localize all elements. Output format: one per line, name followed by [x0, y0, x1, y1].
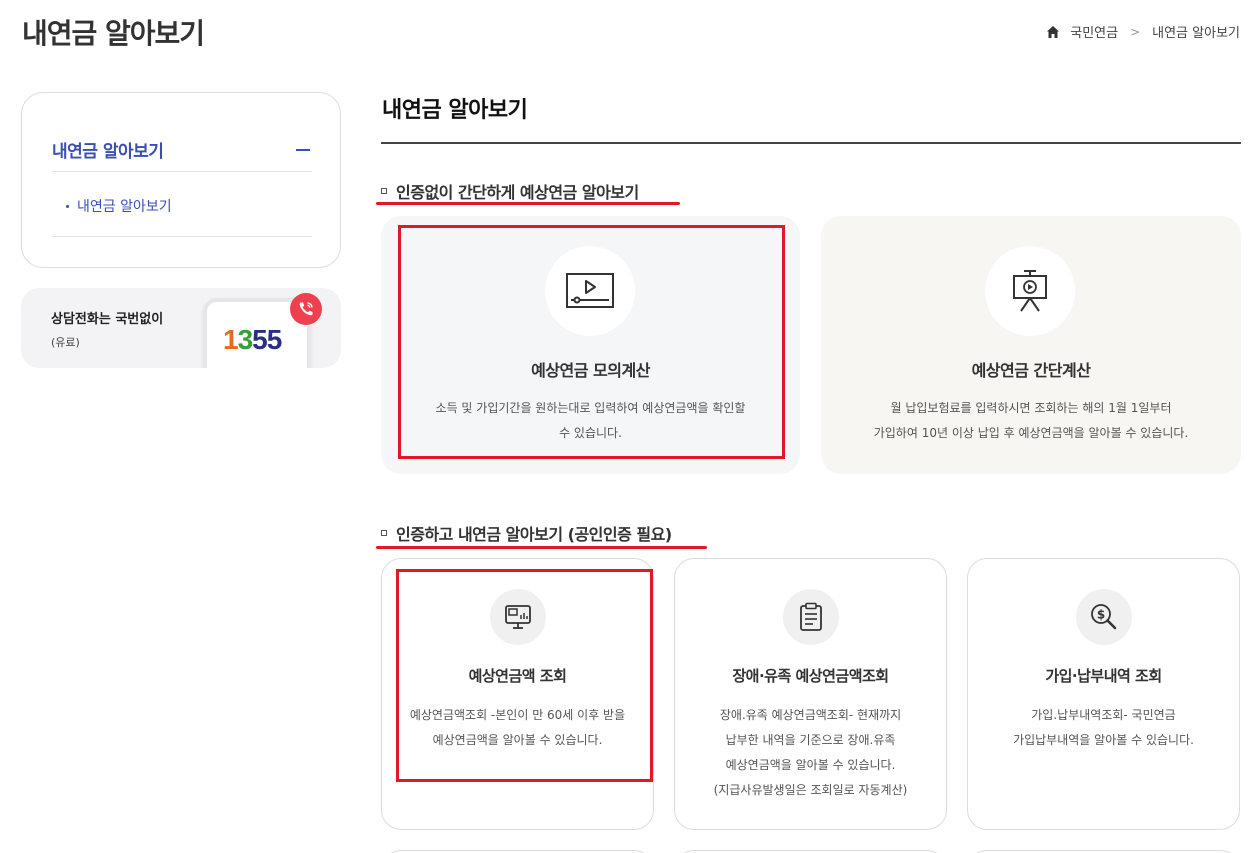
call-banner-title: 상담전화는 국번없이 — [51, 312, 164, 327]
sidebar-menu-title: 내연금 알아보기 — [52, 142, 164, 162]
sidebar-menu: 내연금 알아보기 내연금 알아보기 — [21, 92, 341, 268]
card-description: 월 납입보험료를 입력하시면 조회하는 해의 1월 1일부터 가입하여 10년 … — [873, 401, 1189, 440]
presentation-board-icon — [985, 246, 1075, 336]
card-enrollment-payment-history[interactable]: $ 가입·납부내역 조회 가입.납부내역조회- 국민연금 가입납부내역을 알아볼… — [967, 558, 1240, 830]
page-title: 내연금 알아보기 — [22, 17, 205, 50]
card-description: 예상연금액조회 -본인이 만 60세 이후 받을 예상연금액을 알아볼 수 있습… — [409, 708, 626, 747]
call-number: 1355 — [223, 324, 282, 355]
section-heading-with-auth: 인증하고 내연금 알아보기 (공인인증 필요) — [381, 521, 672, 545]
breadcrumb: 국민연금 > 내연금 알아보기 — [1046, 22, 1240, 41]
card-title: 장애·유족 예상연금액조회 — [732, 667, 889, 685]
section-heading-no-auth: 인증없이 간단하게 예상연금 알아보기 — [381, 179, 639, 203]
divider — [52, 171, 312, 172]
call-banner-sub: (유료) — [51, 336, 80, 349]
card-title: 예상연금 모의계산 — [531, 361, 650, 380]
home-icon[interactable] — [1046, 25, 1060, 39]
red-underline-annotation — [376, 546, 707, 549]
section-heading-text: 인증하고 내연금 알아보기 (공인인증 필요) — [396, 525, 672, 544]
chevron-right-icon: > — [1130, 24, 1141, 39]
card-title: 예상연금 간단계산 — [971, 361, 1091, 380]
card-pension-simulation[interactable]: 예상연금 모의계산 소득 및 가입기간을 원하는대로 입력하여 예상연금액을 확… — [381, 216, 800, 474]
breadcrumb-item-current[interactable]: 내연금 알아보기 — [1152, 22, 1240, 41]
clipboard-document-icon — [783, 589, 839, 645]
card-description: 가입.납부내역조회- 국민연금 가입납부내역을 알아볼 수 있습니다. — [1013, 708, 1194, 747]
sidebar-item-label: 내연금 알아보기 — [77, 199, 172, 215]
breadcrumb-item-national-pension[interactable]: 국민연금 — [1070, 22, 1118, 41]
card-title: 가입·납부내역 조회 — [1045, 667, 1162, 685]
square-bullet-icon — [381, 188, 387, 194]
video-player-icon — [545, 246, 635, 336]
phone-call-icon — [290, 293, 322, 325]
money-search-icon: $ — [1076, 589, 1132, 645]
red-underline-annotation — [376, 202, 680, 205]
card-disability-survivor-inquiry[interactable]: 장애·유족 예상연금액조회 장애.유족 예상연금액조회- 현재까지 납부한 내역… — [674, 558, 947, 830]
card-expected-pension-inquiry[interactable]: 예상연금액 조회 예상연금액조회 -본인이 만 60세 이후 받을 예상연금액을… — [381, 558, 654, 830]
sidebar-menu-header[interactable]: 내연금 알아보기 — [52, 137, 312, 162]
card-description: 장애.유족 예상연금액조회- 현재까지 납부한 내역을 기준으로 장애.유족 예… — [713, 708, 908, 797]
card-pension-simple-calc[interactable]: 예상연금 간단계산 월 납입보험료를 입력하시면 조회하는 해의 1월 1일부터… — [821, 216, 1241, 474]
card-title: 예상연금액 조회 — [468, 667, 567, 685]
collapse-minus-icon[interactable] — [296, 148, 310, 151]
sidebar-item-my-pension[interactable]: 내연금 알아보기 — [66, 196, 172, 216]
svg-text:$: $ — [1097, 608, 1105, 622]
card-description: 소득 및 가입기간을 원하는대로 입력하여 예상연금액을 확인할 수 있습니다. — [435, 401, 746, 440]
main-title: 내연금 알아보기 — [382, 98, 528, 123]
bullet-icon — [66, 204, 69, 208]
title-divider — [381, 142, 1241, 144]
monitor-chart-icon — [490, 589, 546, 645]
divider — [52, 236, 312, 237]
square-bullet-icon — [381, 530, 387, 536]
section-heading-text: 인증없이 간단하게 예상연금 알아보기 — [396, 183, 639, 202]
